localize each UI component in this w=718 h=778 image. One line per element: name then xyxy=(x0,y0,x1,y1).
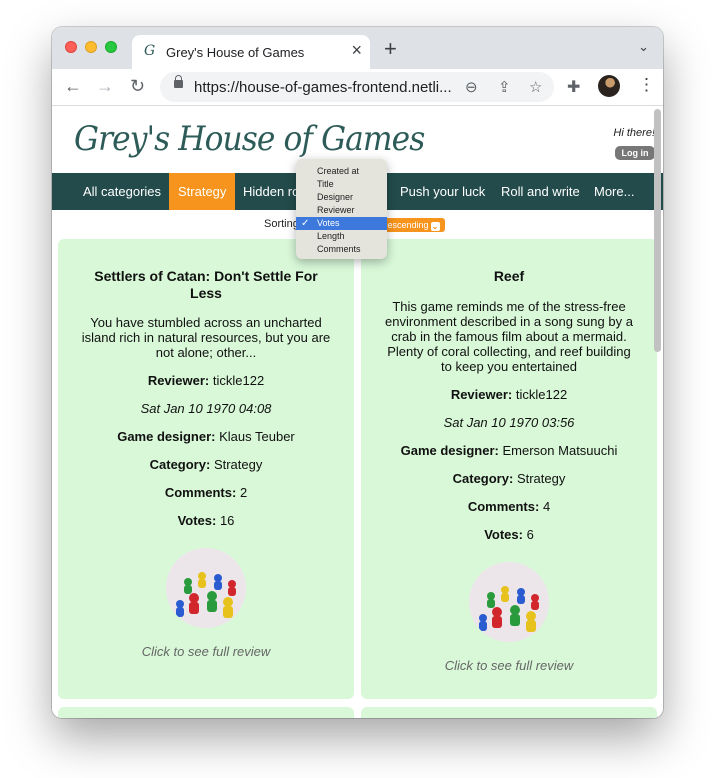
nav-item-all-categories[interactable]: All categories xyxy=(83,173,161,210)
review-card[interactable]: Reef This game reminds me of the stress-… xyxy=(361,239,657,699)
nav-item-roll-and-write[interactable]: Roll and write xyxy=(501,173,580,210)
nav-item-strategy[interactable]: Strategy xyxy=(169,173,236,210)
review-card-partial[interactable] xyxy=(361,707,657,718)
order-value: Descending xyxy=(381,220,429,230)
chevron-down-icon: ⌄ xyxy=(430,222,440,231)
sort-option-designer[interactable]: Designer xyxy=(296,191,387,204)
review-excerpt: You have stumbled across an uncharted is… xyxy=(81,315,331,360)
site-logo[interactable]: Grey's House of Games xyxy=(74,119,425,159)
review-excerpt: This game reminds me of the stress-free … xyxy=(385,299,633,374)
browser-window: G Grey's House of Games × + ⌄ ← → ↻ http… xyxy=(52,27,663,718)
sort-option-created-at[interactable]: Created at xyxy=(296,165,387,178)
kebab-menu-icon[interactable]: ⋮ xyxy=(638,75,655,95)
review-votes: Votes: 6 xyxy=(484,527,534,542)
sort-option-title[interactable]: Title xyxy=(296,178,387,191)
review-card-partial[interactable] xyxy=(58,707,354,718)
review-designer: Game designer: Klaus Teuber xyxy=(117,429,295,444)
review-card[interactable]: Settlers of Catan: Don't Settle For Less… xyxy=(58,239,354,699)
nav-item-push-your-luck[interactable]: Push your luck xyxy=(400,173,485,210)
review-reviewer: Reviewer: tickle122 xyxy=(147,373,265,388)
review-votes: Votes: 16 xyxy=(177,513,235,528)
review-date: Sat Jan 10 1970 04:08 xyxy=(140,401,272,416)
review-comments: Comments: 4 xyxy=(467,499,551,514)
browser-tab[interactable]: G Grey's House of Games × xyxy=(132,35,370,69)
review-comments: Comments: 2 xyxy=(164,485,248,500)
nav-item-hidden-roles[interactable]: Hidden ro xyxy=(243,173,299,210)
checkmark-icon: ✓ xyxy=(301,218,310,229)
zoom-icon[interactable]: ⊖ xyxy=(465,78,478,96)
tab-search-chevron-icon[interactable]: ⌄ xyxy=(638,39,649,55)
extensions-icon[interactable]: ✚ xyxy=(567,77,580,97)
sort-option-comments[interactable]: Comments xyxy=(296,243,387,256)
sort-option-reviewer[interactable]: Reviewer xyxy=(296,204,387,217)
browser-toolbar: ← → ↻ https://house-of-games-frontend.ne… xyxy=(52,69,663,106)
maximize-window-button[interactable] xyxy=(105,41,117,53)
close-tab-icon[interactable]: × xyxy=(351,40,362,61)
forward-arrow-icon[interactable]: → xyxy=(96,76,114,97)
sorting-label: Sorting xyxy=(264,218,299,230)
see-full-review-link[interactable]: Click to see full review xyxy=(58,644,354,659)
review-date: Sat Jan 10 1970 03:56 xyxy=(443,415,575,430)
close-window-button[interactable] xyxy=(65,41,77,53)
order-select[interactable]: Descending ⌄ xyxy=(377,218,445,232)
game-image[interactable] xyxy=(469,562,549,642)
game-image[interactable] xyxy=(166,548,246,628)
lock-icon[interactable] xyxy=(174,75,183,88)
sort-option-votes-label: Votes xyxy=(317,218,340,228)
sort-option-votes[interactable]: ✓ Votes xyxy=(296,217,387,230)
url-text[interactable]: https://house-of-games-frontend.netli... xyxy=(194,79,452,96)
review-title[interactable]: Settlers of Catan: Don't Settle For Less xyxy=(81,268,331,302)
profile-avatar[interactable] xyxy=(598,75,620,97)
review-category: Category: Strategy xyxy=(149,457,263,472)
reload-icon[interactable]: ↻ xyxy=(130,76,145,97)
nav-item-more[interactable]: More... xyxy=(594,173,634,210)
back-arrow-icon[interactable]: ← xyxy=(64,76,82,97)
review-designer: Game designer: Emerson Matsuuchi xyxy=(400,443,618,458)
see-full-review-link[interactable]: Click to see full review xyxy=(361,658,657,673)
share-icon[interactable]: ⇪ xyxy=(498,78,511,96)
review-category: Category: Strategy xyxy=(452,471,566,486)
sort-option-length[interactable]: Length xyxy=(296,230,387,243)
star-icon[interactable]: ☆ xyxy=(529,78,542,96)
review-title[interactable]: Reef xyxy=(384,268,634,285)
review-reviewer: Reviewer: tickle122 xyxy=(450,387,568,402)
new-tab-icon[interactable]: + xyxy=(384,36,397,62)
tab-strip: G Grey's House of Games × + ⌄ xyxy=(52,27,663,69)
address-bar[interactable]: https://house-of-games-frontend.netli...… xyxy=(160,72,554,102)
sort-by-dropdown: Created at Title Designer Reviewer ✓ Vote… xyxy=(296,159,387,259)
site-favicon-icon: G xyxy=(144,43,156,59)
greeting-text: Hi there! xyxy=(613,127,655,139)
tab-title: Grey's House of Games xyxy=(166,45,305,60)
login-button[interactable]: Log in xyxy=(615,146,655,160)
page-scrollbar[interactable] xyxy=(654,109,661,352)
minimize-window-button[interactable] xyxy=(85,41,97,53)
page-viewport: Grey's House of Games Hi there! Log in A… xyxy=(52,107,663,718)
